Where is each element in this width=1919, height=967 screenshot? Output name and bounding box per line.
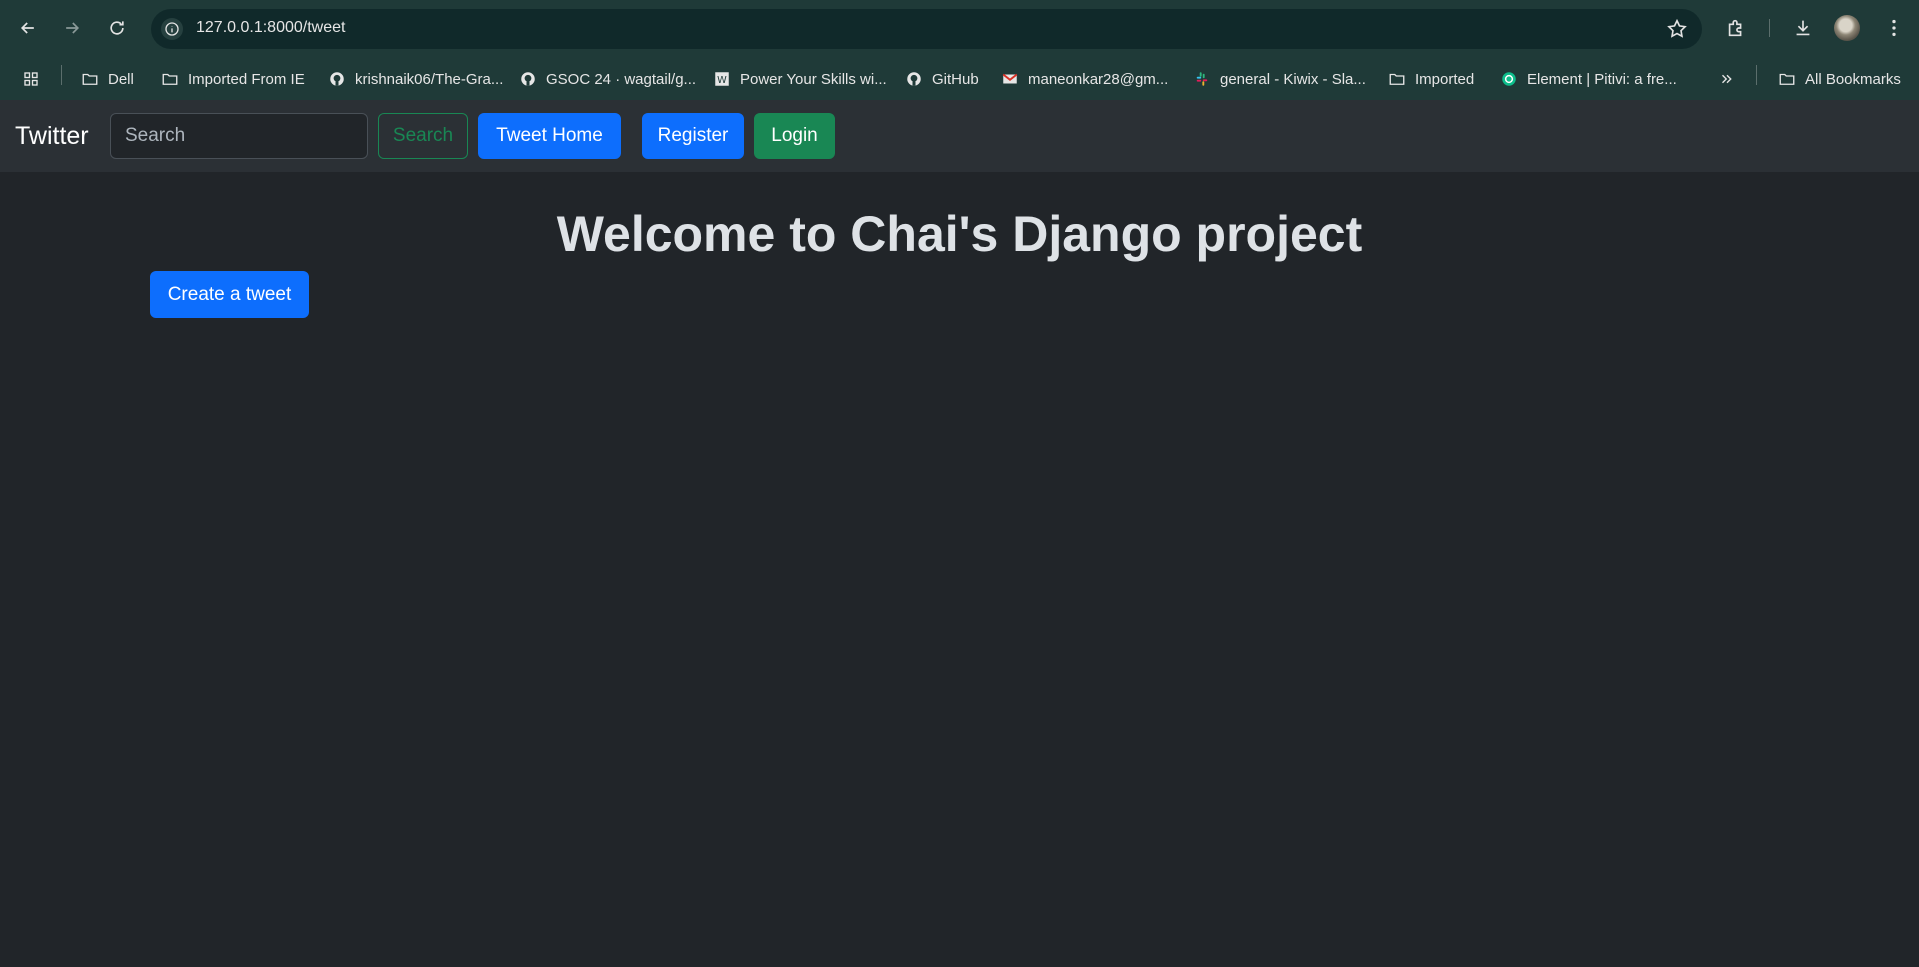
bookmark-item[interactable]: krishnaik06/The-Gra... (327, 68, 503, 90)
slack-icon (1192, 69, 1212, 89)
toolbar-divider (1769, 19, 1770, 37)
element-icon (1499, 69, 1519, 89)
register-button[interactable]: Register (642, 113, 744, 159)
bookmark-item[interactable]: Imported (1387, 68, 1474, 90)
github-icon (327, 69, 347, 89)
search-input[interactable] (110, 113, 368, 159)
bookmark-label: Dell (108, 70, 134, 88)
extensions-icon[interactable] (1722, 14, 1750, 42)
site-navbar: Twitter Search Tweet Home Register Login (0, 100, 1919, 172)
forward-button[interactable] (57, 13, 87, 43)
bookmark-item[interactable]: general - Kiwix - Sla... (1192, 68, 1366, 90)
reload-button[interactable] (102, 13, 132, 43)
bookmark-label: maneonkar28@gm... (1028, 70, 1169, 88)
all-bookmarks[interactable]: All Bookmarks (1777, 68, 1901, 90)
folder-icon (1777, 69, 1797, 89)
bookmark-label: Imported (1415, 70, 1475, 88)
bookmark-item[interactable]: GSOC 24 · wagtail/g... (518, 68, 696, 90)
bookmarks-bar: Dell Imported From IE krishnaik06/The-Gr… (0, 58, 1919, 100)
search-button[interactable]: Search (378, 113, 468, 159)
bookmark-item[interactable]: maneonkar28@gm... (1000, 68, 1168, 90)
github-icon (518, 69, 538, 89)
profile-avatar[interactable] (1834, 15, 1860, 41)
menu-icon[interactable] (1880, 14, 1908, 42)
login-button[interactable]: Login (754, 113, 835, 159)
bookmark-divider (1756, 65, 1757, 85)
bookmark-divider (61, 65, 62, 85)
downloads-icon[interactable] (1789, 14, 1817, 42)
page-title: Welcome to Chai's Django project (556, 206, 1363, 262)
address-bar[interactable]: 127.0.0.1:8000/tweet (151, 9, 1702, 49)
bookmark-label: Imported From IE (188, 70, 305, 88)
bookmark-item[interactable]: Element | Pitivi: a fre... (1499, 68, 1677, 90)
bookmark-item[interactable]: Dell (80, 68, 134, 90)
bookmark-label: Element | Pitivi: a fre... (1527, 70, 1677, 88)
all-bookmarks-label: All Bookmarks (1805, 70, 1901, 88)
create-tweet-button[interactable]: Create a tweet (150, 271, 309, 318)
folder-icon (80, 69, 100, 89)
site-info-icon[interactable] (161, 18, 183, 40)
bookmark-label: GitHub (932, 70, 979, 88)
browser-toolbar: 127.0.0.1:8000/tweet (0, 0, 1919, 58)
svg-text:W: W (717, 75, 727, 86)
brand-logo[interactable]: Twitter (15, 122, 89, 151)
url-text: 127.0.0.1:8000/tweet (196, 19, 346, 36)
bookmark-item[interactable]: Imported From IE (160, 68, 305, 90)
github-icon (904, 69, 924, 89)
tweet-home-button[interactable]: Tweet Home (478, 113, 621, 159)
gmail-icon (1000, 69, 1020, 89)
bookmark-item[interactable]: GitHub (904, 68, 979, 90)
folder-icon (160, 69, 180, 89)
bookmark-star-icon[interactable] (1666, 18, 1688, 40)
more-bookmarks-chevron-icon[interactable] (1717, 68, 1737, 90)
apps-icon[interactable] (21, 68, 41, 90)
bookmark-item[interactable]: W Power Your Skills wi... (712, 68, 887, 90)
folder-icon (1387, 69, 1407, 89)
back-button[interactable] (13, 13, 43, 43)
bookmark-label: Power Your Skills wi... (740, 70, 887, 88)
bookmark-label: general - Kiwix - Sla... (1220, 70, 1366, 88)
wordpress-icon: W (712, 69, 732, 89)
bookmark-label: krishnaik06/The-Gra... (355, 70, 504, 88)
bookmark-label: GSOC 24 · wagtail/g... (546, 70, 697, 88)
